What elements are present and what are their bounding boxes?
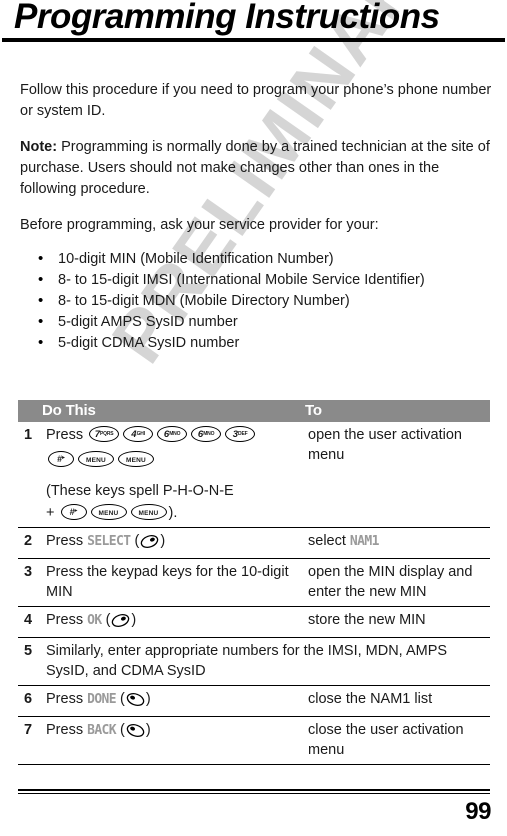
step-instruction: Press BACK (): [40, 716, 302, 765]
softkey-label-done: DONE: [87, 692, 117, 707]
title-divider: [2, 38, 505, 42]
table-row: 3 Press the keypad keys for the 10-digit…: [18, 558, 490, 607]
list-item: 8- to 15-digit MDN (Mobile Directory Num…: [32, 290, 502, 312]
display-value-nam1: NAM1: [349, 534, 380, 549]
step-result: close the NAM1 list: [302, 685, 490, 717]
column-header-to: To: [302, 400, 490, 422]
softkey-label-select: SELECT: [87, 534, 131, 549]
press-label: Press: [46, 722, 88, 738]
page-number: 99: [465, 798, 491, 825]
step-result: open the user activation menu: [302, 422, 490, 528]
step-result: open the MIN display and enter the new M…: [302, 558, 490, 607]
list-item: 8- to 15-digit IMSI (International Mobil…: [32, 269, 502, 291]
keypad-key-6-icon: 6MNO: [157, 426, 188, 442]
step-instruction: Press the keypad keys for the 10-digit M…: [40, 558, 302, 607]
table-body: 1 Press 7PQRS 4GHI 6MNO 6MNO 3DEF #▸ MENU MENU…: [18, 422, 490, 765]
menu-key-icon: MENU: [90, 504, 127, 520]
keypad-key-4-icon: 4GHI: [123, 426, 154, 442]
keypad-key-3-icon: 3DEF: [225, 426, 256, 442]
keypad-key-6-icon: 6MNO: [191, 426, 222, 442]
result-text: select: [308, 533, 350, 549]
step-number: 6: [18, 685, 40, 717]
note-label: Note:: [20, 139, 58, 155]
note-body: Programming is normally done by a traine…: [20, 139, 490, 197]
press-label: Press: [46, 533, 88, 549]
step-instruction: Similarly, enter appropriate numbers for…: [40, 637, 490, 686]
note-paragraph: Note: Programming is normally done by a …: [20, 137, 497, 200]
press-label: Press: [46, 691, 88, 707]
step-number: 3: [18, 558, 40, 607]
press-label: Press: [46, 427, 88, 443]
footer-divider-top: [18, 789, 490, 791]
table-header-row: Do This To: [18, 400, 490, 422]
table-row: 1 Press 7PQRS 4GHI 6MNO 6MNO 3DEF #▸ MENU MENU…: [18, 422, 490, 528]
before-programming-paragraph: Before programming, ask your service pro…: [20, 217, 379, 233]
page-title: Programming Instructions: [14, 0, 440, 36]
step-number: 4: [18, 606, 40, 638]
softkey-label-back: BACK: [87, 723, 117, 738]
list-item: 10-digit MIN (Mobile Identification Numb…: [32, 248, 502, 270]
table-row: 7 Press BACK () close the user activatio…: [18, 716, 490, 765]
step-result: select NAM1: [302, 527, 490, 559]
step-result: store the new MIN: [302, 606, 490, 638]
step-number: 2: [18, 527, 40, 559]
requirements-list: 10-digit MIN (Mobile Identification Numb…: [32, 248, 502, 354]
keypad-key-hash-icon: #▸: [48, 451, 74, 467]
step-number: 7: [18, 716, 40, 765]
table-row: 2 Press SELECT () select NAM1: [18, 527, 490, 559]
column-header-step: [18, 400, 40, 422]
keys-spell-note-plus: +: [46, 505, 59, 521]
table-row: 6 Press DONE () close the NAM1 list: [18, 685, 490, 717]
table-row: 4 Press OK () store the new MIN: [18, 606, 490, 638]
right-softkey-icon: [111, 613, 130, 633]
press-label: Press: [46, 612, 88, 628]
step-instruction: Press OK (): [40, 606, 302, 638]
left-softkey-icon: [126, 723, 145, 743]
right-softkey-icon: [140, 534, 159, 554]
column-header-do-this: Do This: [40, 400, 302, 422]
step-instruction: Press 7PQRS 4GHI 6MNO 6MNO 3DEF #▸ MENU MENU (…: [40, 422, 302, 528]
step-instruction: Press SELECT (): [40, 527, 302, 559]
step-instruction: Press DONE (): [40, 685, 302, 717]
softkey-label-ok: OK: [87, 613, 102, 628]
table-row: 5 Similarly, enter appropriate numbers f…: [18, 637, 490, 686]
keys-spell-note: (These keys spell P-H-O-N-E: [46, 483, 234, 499]
list-item: 5-digit CDMA SysID number: [32, 332, 502, 354]
menu-key-icon: MENU: [78, 451, 114, 467]
keys-spell-note-close: ).: [168, 505, 178, 521]
intro-paragraph: Follow this procedure if you need to pro…: [20, 82, 492, 119]
table-header: Do This To: [18, 400, 490, 422]
document-page: Programming Instructions Follow this pro…: [0, 0, 507, 836]
keypad-key-7-icon: 7PQRS: [89, 426, 120, 442]
step-number: 5: [18, 637, 40, 686]
procedure-table: Do This To 1 Press 7PQRS 4GHI 6MNO 6MNO 3DEF…: [18, 400, 490, 765]
step-number: 1: [18, 422, 40, 528]
footer-divider-bottom: [18, 793, 490, 795]
left-softkey-icon: [126, 692, 145, 712]
keypad-key-hash-icon: #▸: [60, 504, 87, 520]
menu-key-icon: MENU: [118, 451, 154, 467]
step-result: close the user activation menu: [302, 716, 490, 765]
menu-key-icon: MENU: [130, 504, 167, 520]
list-item: 5-digit AMPS SysID number: [32, 311, 502, 333]
